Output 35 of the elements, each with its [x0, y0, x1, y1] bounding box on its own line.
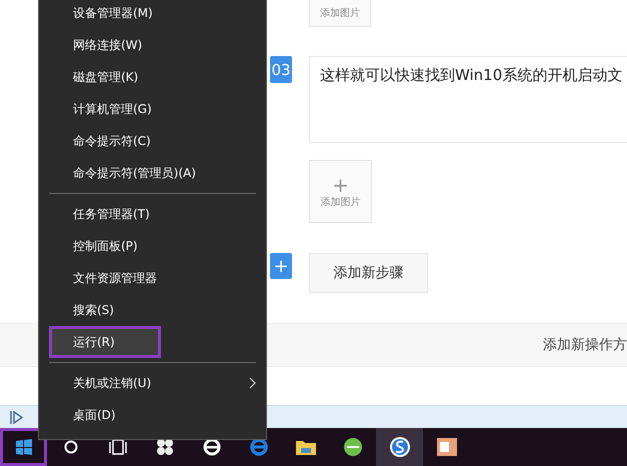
pinwheel-icon — [156, 438, 174, 456]
add-method-label: 添加新操作方 — [543, 336, 627, 354]
add-step-button[interactable]: 添加新步骤 — [309, 253, 428, 293]
add-image-card[interactable]: 添加图片 — [309, 0, 371, 27]
browser-e-icon — [248, 437, 268, 457]
step-text-field[interactable]: 这样就可以快速找到Win10系统的开机启动文 — [309, 56, 627, 143]
windows-icon — [16, 439, 32, 455]
s-logo-icon — [388, 436, 410, 458]
task-view-icon — [108, 439, 126, 455]
browser-e-icon — [202, 437, 222, 457]
circle-icon — [64, 440, 78, 454]
menu-item[interactable]: 网络连接(W) — [39, 29, 266, 61]
menu-item[interactable]: 运行(R) — [49, 326, 161, 358]
expand-icon[interactable] — [10, 410, 24, 424]
menu-item[interactable]: 任务管理器(T) — [39, 198, 266, 230]
menu-item[interactable]: 文件资源管理器 — [39, 262, 266, 294]
menu-item[interactable]: 设备管理器(M) — [39, 0, 266, 29]
menu-item[interactable]: 磁盘管理(K) — [39, 61, 266, 93]
menu-item[interactable]: 控制面板(P) — [39, 230, 266, 262]
slides-icon — [436, 438, 456, 456]
round-app-icon — [342, 437, 362, 457]
chevron-icon — [249, 377, 256, 389]
menu-item[interactable]: 计算机管理(G) — [39, 93, 266, 125]
add-image-label: 添加图片 — [320, 196, 360, 208]
add-image-label: 添加图片 — [320, 6, 360, 20]
plus-icon: + — [332, 174, 349, 194]
menu-item[interactable]: 命令提示符(管理员)(A) — [39, 157, 266, 189]
menu-item[interactable]: 搜索(S) — [39, 294, 266, 326]
menu-item[interactable]: 桌面(D) — [39, 399, 266, 431]
folder-icon — [296, 439, 316, 455]
add-image-card[interactable]: + 添加图片 — [309, 160, 372, 223]
menu-item[interactable]: 关机或注销(U) — [39, 367, 266, 399]
taskbar-button[interactable] — [376, 428, 423, 466]
step-number: 03 — [270, 56, 292, 83]
menu-item[interactable]: 命令提示符(C) — [39, 125, 266, 157]
